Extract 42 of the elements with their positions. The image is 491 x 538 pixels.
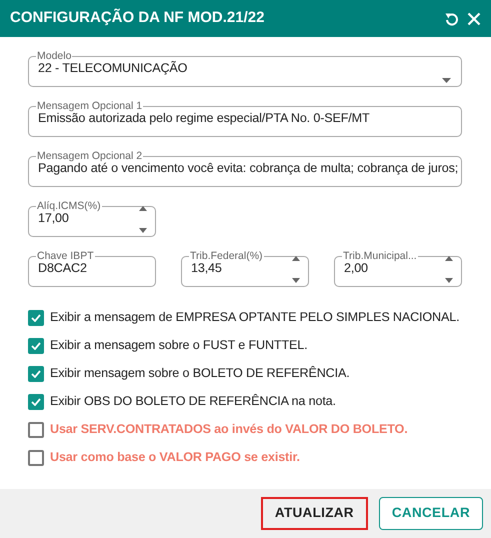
- checkbox[interactable]: [28, 310, 44, 326]
- input-field[interactable]: Mensagem Opcional 1 Emissão autorizada pelo regime especial/PTA No. 0-SEF/MT: [28, 101, 462, 137]
- input-field[interactable]: Alíq.ICMS(%) 17,00: [28, 201, 156, 237]
- increment-icon[interactable]: [139, 206, 147, 211]
- decrement-icon[interactable]: [292, 278, 300, 283]
- update-button[interactable]: ATUALIZAR: [260, 497, 368, 530]
- field-label: Trib.Federal(%): [189, 251, 264, 263]
- reset-icon[interactable]: [445, 12, 459, 26]
- select-field[interactable]: Modelo 22 - TELECOMUNICAÇÃO: [28, 51, 462, 87]
- checkbox[interactable]: [28, 366, 44, 382]
- field-label: Trib.Municipal...: [342, 251, 418, 263]
- checkbox-label: Exibir a mensagem de EMPRESA OPTANTE PELO SIMPLES NACIONAL.: [50, 309, 460, 326]
- input-field[interactable]: Trib.Municipal... 2,00: [334, 251, 462, 287]
- checkmark-icon: [31, 342, 41, 350]
- decrement-icon[interactable]: [445, 278, 453, 283]
- checkbox[interactable]: [28, 338, 44, 354]
- checkbox[interactable]: [28, 450, 44, 466]
- field-label: Chave IBPT: [36, 251, 95, 263]
- checkmark-icon: [31, 398, 41, 406]
- field-label: Mensagem Opcional 2: [36, 151, 144, 162]
- window-title: CONFIGURAÇÃO DA NF MOD.21/22: [10, 8, 264, 28]
- input-field[interactable]: Mensagem Opcional 2 Pagando até o vencimento você evita: cobrança de multa; cobrança de juros;: [28, 151, 462, 187]
- checkbox-label: Usar SERV.CONTRATADOS ao invés do VALOR DO BOLETO.: [50, 421, 408, 438]
- field-label: Mensagem Opcional 1: [36, 101, 144, 112]
- close-icon[interactable]: [467, 12, 481, 26]
- field-label: Alíq.ICMS(%): [36, 201, 102, 213]
- checkbox-label: Exibir OBS DO BOLETO DE REFERÊNCIA na nota.: [50, 393, 336, 410]
- increment-icon[interactable]: [292, 256, 300, 261]
- checkbox-label: Exibir mensagem sobre o BOLETO DE REFERÊNCIA.: [50, 365, 350, 382]
- field-label: Modelo: [36, 51, 72, 62]
- caret-icon[interactable]: [442, 78, 451, 83]
- input-field[interactable]: Chave IBPT D8CAC2: [28, 251, 156, 287]
- checkbox-label: Exibir a mensagem sobre o FUST e FUNTTEL.: [50, 337, 308, 354]
- checkbox-label: Usar como base o VALOR PAGO se existir.: [50, 449, 300, 466]
- input-field[interactable]: Trib.Federal(%) 13,45: [181, 251, 309, 287]
- cancel-button[interactable]: CANCELAR: [378, 497, 483, 530]
- increment-icon[interactable]: [445, 256, 453, 261]
- checkmark-icon: [31, 314, 41, 322]
- checkbox[interactable]: [28, 394, 44, 410]
- checkmark-icon: [31, 370, 41, 378]
- decrement-icon[interactable]: [139, 228, 147, 233]
- checkbox[interactable]: [28, 422, 44, 438]
